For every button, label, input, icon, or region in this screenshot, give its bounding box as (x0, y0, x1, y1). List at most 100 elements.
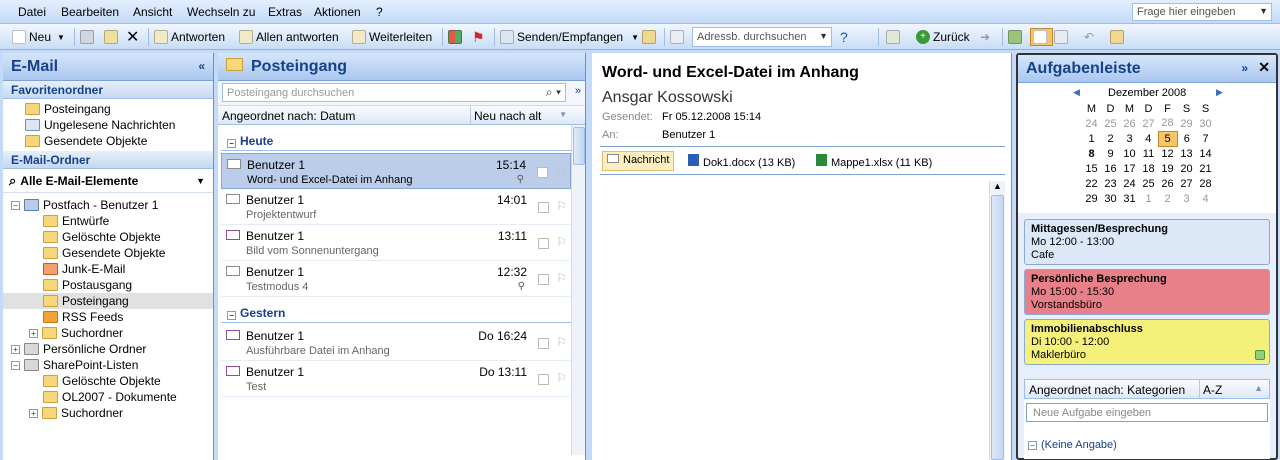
prev-month-icon[interactable]: ◀ (1073, 87, 1080, 98)
tree-sp-search-folders[interactable]: + Suchordner (29, 405, 123, 421)
fav-item-posteingang[interactable]: Posteingang (25, 101, 111, 117)
calendar-day[interactable]: 27 (1139, 116, 1158, 131)
calendar-day[interactable]: 19 (1158, 161, 1177, 176)
calendar-day[interactable]: 30 (1196, 116, 1215, 131)
next-month-icon[interactable]: ▶ (1216, 87, 1223, 98)
mail-row[interactable]: Benutzer 1 Testmodus 4 12:32 ⚲ ⚐ (221, 261, 571, 297)
calendar-day[interactable]: 12 (1158, 146, 1177, 161)
menu-datei[interactable]: Datei (18, 5, 46, 19)
calendar-day[interactable]: 4 (1139, 131, 1158, 146)
address-book-search-input[interactable]: Adressb. durchsuchen ▼ (692, 27, 832, 47)
send-receive-button[interactable]: Senden/Empfangen ▼ (500, 28, 639, 46)
calendar-day[interactable]: 1 (1139, 191, 1158, 206)
search-icon[interactable]: ⌕ ▾ (546, 85, 561, 100)
calendar-day[interactable]: 29 (1177, 116, 1196, 131)
calendar-day[interactable]: 30 (1101, 191, 1120, 206)
expand-icon[interactable]: + (29, 328, 38, 338)
tasks-sort-header[interactable]: A-Z (1199, 380, 1222, 398)
appointment-item[interactable]: Mittagessen/Besprechung Mo 12:00 - 13:00 C… (1024, 219, 1270, 265)
delete-button[interactable]: ✕ (126, 28, 139, 46)
inbox-search-input[interactable]: Posteingang durchsuchen ⌕ ▾ (222, 83, 566, 102)
calendar-day[interactable]: 16 (1101, 161, 1120, 176)
fav-item-unread[interactable]: Ungelesene Nachrichten (25, 117, 175, 133)
tree-search-folders[interactable]: + Suchordner (29, 325, 123, 341)
preview-button[interactable] (1054, 28, 1071, 46)
flag-icon[interactable]: ⚐ (555, 164, 566, 178)
to-value[interactable]: Benutzer 1 (662, 129, 715, 141)
calendar-day[interactable]: 2 (1158, 191, 1177, 206)
calendar-day[interactable]: 29 (1082, 191, 1101, 206)
scrollbar-thumb[interactable] (573, 127, 585, 165)
collapse-icon[interactable]: − (11, 200, 20, 210)
favorites-header[interactable]: Favoritenordner (3, 81, 213, 99)
follow-up-button[interactable]: ⚑ (472, 28, 485, 46)
forward-nav-button[interactable]: ➜ (980, 28, 990, 46)
calendar-day[interactable]: 28 (1158, 116, 1177, 131)
menu-bearbeiten[interactable]: Bearbeiten (61, 5, 119, 19)
calendar-day[interactable]: 18 (1139, 161, 1158, 176)
expand-icon[interactable]: + (11, 344, 20, 354)
calendar-day[interactable]: 31 (1120, 191, 1139, 206)
tree-sent[interactable]: Gesendete Objekte (43, 245, 165, 261)
group-heute[interactable]: − Heute (221, 131, 571, 151)
collapse-nav-icon[interactable]: « (198, 59, 205, 73)
categorize-button[interactable] (448, 28, 465, 46)
expand-search-icon[interactable]: » (575, 85, 581, 97)
expand-icon[interactable]: + (29, 408, 38, 418)
tree-rss[interactable]: RSS Feeds (43, 309, 123, 325)
category-checkbox[interactable] (538, 202, 549, 213)
reading-scrollbar[interactable]: ▲ (989, 181, 1005, 460)
reply-all-button[interactable]: Allen antworten (239, 28, 339, 46)
flag-icon[interactable]: ⚐ (556, 335, 567, 349)
collapse-todo-icon[interactable]: » (1241, 61, 1248, 75)
flag-icon[interactable]: ⚐ (556, 235, 567, 249)
all-mail-items-dropdown[interactable]: ⌕ Alle E-Mail-Elemente ▼ (9, 173, 209, 189)
group-gestern[interactable]: − Gestern (221, 303, 571, 323)
calendar-day[interactable]: 27 (1177, 176, 1196, 191)
calendar-day[interactable]: 20 (1177, 161, 1196, 176)
mail-row[interactable]: Benutzer 1 Bild vom Sonnenuntergang 13:11 ⚐ (221, 225, 571, 261)
tree-personal-folders[interactable]: + Persönliche Ordner (11, 341, 146, 357)
home-button[interactable] (1110, 28, 1127, 46)
mail-row[interactable]: Benutzer 1 Ausführbare Datei im Anhang Do … (221, 325, 571, 361)
arrange-by-header[interactable]: Angeordnet nach: Datum (222, 109, 355, 123)
calendar-day[interactable]: 14 (1196, 146, 1215, 161)
calendar-day[interactable]: 5 (1157, 130, 1178, 147)
attachment-docx[interactable]: Dok1.docx (13 KB) (688, 154, 795, 169)
tree-sharepoint[interactable]: − SharePoint-Listen (11, 357, 138, 373)
calendar-day[interactable]: 24 (1120, 176, 1139, 191)
calendar-day[interactable]: 23 (1101, 176, 1120, 191)
message-sender[interactable]: Ansgar Kossowski (602, 89, 733, 107)
undo-button[interactable]: ↶ (1084, 28, 1094, 46)
scroll-up-icon[interactable]: ▲ (993, 181, 1002, 191)
open-folder-button[interactable] (642, 28, 659, 46)
task-group-no-category[interactable]: − (Keine Angabe) (1028, 439, 1117, 451)
mail-row-selected[interactable]: Benutzer 1 Word- und Excel-Datei im Anhan… (221, 153, 571, 189)
calendar-day[interactable]: 22 (1082, 176, 1101, 191)
reply-button[interactable]: Antworten (154, 28, 225, 46)
tree-mailbox[interactable]: − Postfach - Benutzer 1 (11, 197, 158, 213)
calendar-day[interactable]: 15 (1082, 161, 1101, 176)
menu-aktionen[interactable]: Aktionen (314, 5, 361, 19)
calendar-day[interactable]: 25 (1139, 176, 1158, 191)
move-button[interactable] (104, 28, 121, 46)
menu-wechseln-zu[interactable]: Wechseln zu (187, 5, 255, 19)
calendar-day[interactable]: 17 (1120, 161, 1139, 176)
collapse-icon[interactable]: − (227, 311, 236, 320)
calendar-day[interactable]: 24 (1082, 116, 1101, 131)
calendar-day[interactable]: 28 (1196, 176, 1215, 191)
calendar-day[interactable]: 9 (1101, 146, 1120, 161)
mail-folders-header[interactable]: E-Mail-Ordner (3, 151, 213, 169)
calendar-day[interactable]: 21 (1196, 161, 1215, 176)
menu-extras[interactable]: Extras (268, 5, 302, 19)
sort-order-header[interactable]: Neu nach alt (470, 106, 541, 125)
calendar-day[interactable]: 3 (1177, 191, 1196, 206)
address-book-button[interactable] (670, 28, 687, 46)
collapse-icon[interactable]: − (227, 139, 236, 148)
back-button[interactable]: + Zurück (916, 28, 970, 46)
category-checkbox[interactable] (538, 274, 549, 285)
category-checkbox[interactable] (538, 374, 549, 385)
print-button[interactable] (80, 28, 97, 46)
calendar-day[interactable]: 26 (1158, 176, 1177, 191)
calendar-day[interactable]: 4 (1196, 191, 1215, 206)
